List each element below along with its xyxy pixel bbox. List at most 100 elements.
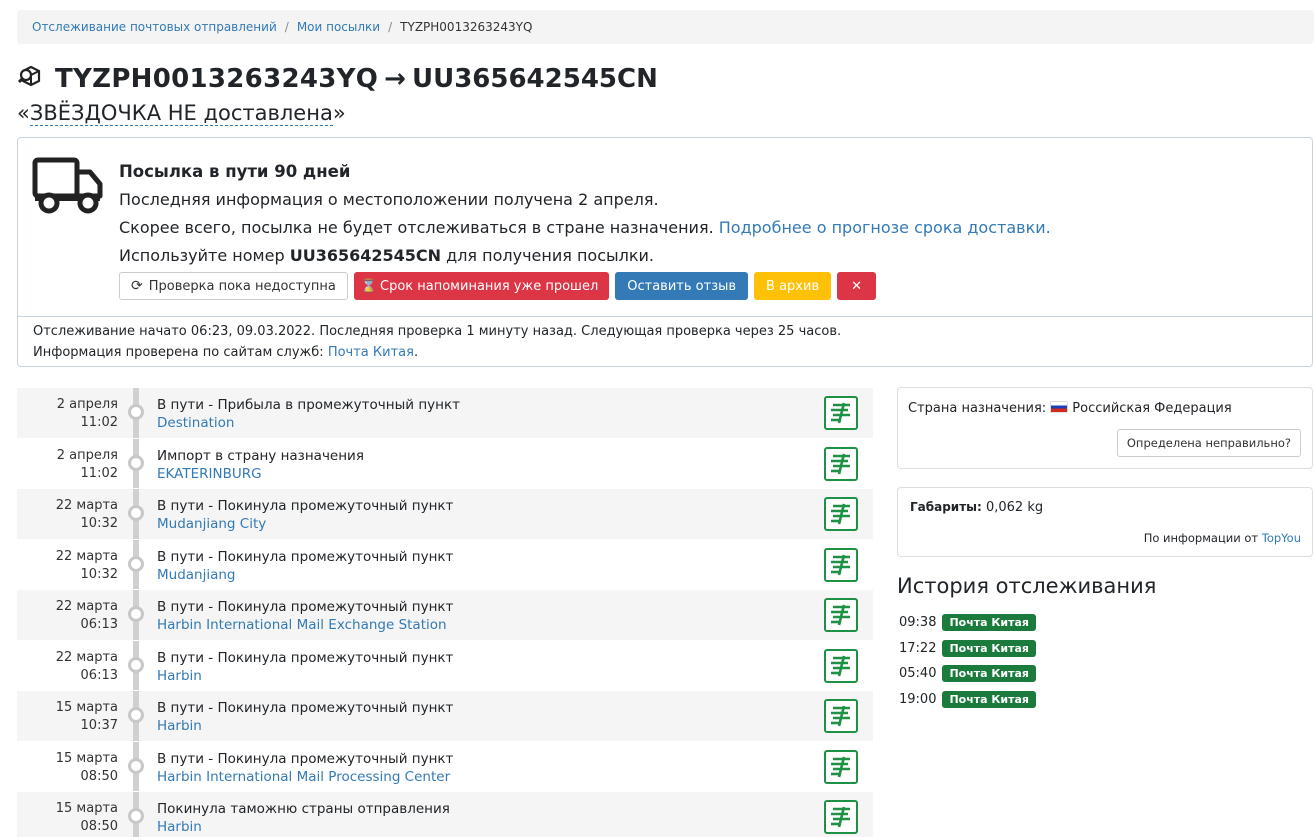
dimensions-row: Габариты: 0,062 kg: [910, 500, 1043, 515]
event-location[interactable]: Destination: [157, 415, 234, 431]
event-row: 15 марта 08:50 В пути - Покинула промежу…: [17, 740, 873, 791]
breadcrumb: Отслеживание почтовых отправлений / Мои …: [17, 10, 1314, 44]
history-row[interactable]: 09:38 Почта Китая: [899, 610, 1036, 636]
event-datetime: 15 марта 10:37: [17, 699, 118, 735]
event-location[interactable]: Harbin International Mail Processing Cen…: [157, 769, 450, 785]
event-row: 15 марта 08:50 Покинула таможню страны о…: [17, 791, 873, 837]
history-row[interactable]: 19:00 Почта Китая: [899, 687, 1036, 713]
status-panel: Посылка в пути 90 дней Последняя информа…: [17, 137, 1313, 317]
event-status: В пути - Покинула промежуточный пункт: [157, 548, 454, 565]
timeline-dot: [128, 757, 144, 774]
event-row: 22 марта 06:13 В пути - Покинула промежу…: [17, 639, 873, 690]
event-datetime: 22 марта 06:13: [17, 598, 118, 634]
event-location[interactable]: Harbin International Mail Exchange Stati…: [157, 617, 447, 633]
event-location[interactable]: Harbin: [157, 718, 202, 734]
event-location[interactable]: Mudanjiang: [157, 567, 236, 583]
timeline-dot: [128, 555, 144, 572]
delete-button[interactable]: ✕: [837, 272, 877, 300]
dimensions-label: Габариты:: [910, 500, 982, 514]
topyou-link[interactable]: TopYou: [1262, 531, 1301, 545]
event-datetime: 15 марта 08:50: [17, 750, 118, 786]
timeline-dot: [128, 505, 144, 521]
event-location[interactable]: Mudanjiang City: [157, 516, 266, 532]
parcel-name-editable[interactable]: ЗВЁЗДОЧКА НЕ доставлена: [29, 101, 333, 126]
tracking-started-text: Отслеживание начато 06:23, 09.03.2022. П…: [33, 324, 842, 339]
wrong-destination-button[interactable]: Определена неправильно?: [1116, 429, 1301, 457]
status-forecast: Скорее всего, посылка не будет отслежива…: [119, 214, 1051, 242]
reminder-expired-button[interactable]: ⌛ Срок напоминания уже прошел: [353, 272, 610, 300]
event-datetime: 22 марта 10:32: [17, 497, 118, 533]
event-location[interactable]: EKATERINBURG: [157, 466, 262, 482]
destination-card: Страна назначения: Российская Федерация …: [897, 387, 1313, 469]
event-time: 08:50: [80, 819, 118, 834]
event-row: 2 апреля 11:02 Импорт в страну назначени…: [17, 437, 873, 488]
event-status: В пути - Прибыла в промежуточный пункт: [157, 397, 460, 413]
china-post-icon[interactable]: [824, 648, 858, 683]
event-date: 15 марта: [55, 750, 118, 766]
event-datetime: 15 марта 08:50: [17, 800, 118, 836]
breadcrumb-home-link[interactable]: Отслеживание почтовых отправлений: [32, 20, 277, 34]
event-row: 22 марта 10:32 В пути - Покинула промежу…: [17, 488, 873, 539]
dimensions-source-label: По информации от: [1143, 531, 1259, 545]
quote-close: »: [332, 101, 346, 125]
history-time: 19:00: [899, 691, 937, 707]
use-number-post: для получения посылки.: [446, 246, 654, 265]
event-datetime: 2 апреля 11:02: [17, 396, 118, 432]
china-post-icon[interactable]: [824, 699, 858, 733]
quote-open: «: [17, 101, 30, 125]
timeline-dot: [128, 606, 144, 622]
china-post-icon[interactable]: [824, 497, 858, 531]
china-post-icon[interactable]: [824, 446, 858, 481]
event-text: В пути - Покинула промежуточный пункт Ha…: [157, 649, 453, 685]
event-date: 2 апреля: [56, 447, 118, 463]
event-text: В пути - Покинула промежуточный пункт Ha…: [157, 699, 453, 735]
timeline-dot: [128, 707, 144, 723]
event-date: 22 марта: [55, 498, 118, 513]
page-title: TYZPH0013263243YQ → UU365642545CN: [17, 60, 658, 98]
events-list: 2 апреля 11:02 В пути - Прибыла в промеж…: [17, 387, 873, 837]
event-date: 22 марта: [55, 548, 118, 564]
use-number-value: UU365642545CN: [289, 246, 442, 265]
delivery-forecast-link[interactable]: Подробнее о прогнозе срока доставки.: [719, 218, 1051, 237]
event-date: 2 апреля: [56, 397, 118, 412]
history-row[interactable]: 05:40 Почта Китая: [899, 661, 1036, 687]
event-status: В пути - Покинула промежуточный пункт: [157, 649, 454, 666]
tracking-info: Отслеживание начато 06:23, 09.03.2022. П…: [17, 317, 1313, 367]
dimensions-card: Габариты: 0,062 kg По информации от TopY…: [897, 487, 1313, 557]
hourglass-icon: ⌛: [360, 278, 377, 294]
leave-review-button[interactable]: Оставить отзыв: [615, 272, 749, 300]
event-date: 15 марта: [55, 801, 118, 816]
checked-services: Информация проверена по сайтам служб: По…: [33, 342, 1297, 363]
event-text: В пути - Покинула промежуточный пункт Mu…: [157, 548, 453, 584]
event-location[interactable]: Harbin: [157, 819, 202, 835]
history-service-badge: Почта Китая: [942, 614, 1036, 632]
check-unavailable-button[interactable]: ⟳ Проверка пока недоступна: [119, 272, 348, 300]
event-time: 06:13: [80, 617, 118, 632]
refresh-icon: ⟳: [131, 278, 143, 294]
china-post-link[interactable]: Почта Китая: [328, 345, 414, 360]
event-location[interactable]: Harbin: [157, 668, 202, 684]
history-row[interactable]: 17:22 Почта Китая: [899, 636, 1036, 662]
breadcrumb-parcels-link[interactable]: Мои посылки: [297, 20, 380, 34]
event-row: 22 марта 06:13 В пути - Покинула промежу…: [17, 589, 873, 640]
linked-tracking-number: UU365642545CN: [411, 64, 658, 94]
china-post-icon[interactable]: [824, 749, 858, 784]
event-status: В пути - Покинула промежуточный пункт: [157, 700, 454, 716]
event-time: 10:32: [80, 516, 118, 531]
history-time: 09:38: [899, 615, 937, 631]
china-post-icon[interactable]: [824, 800, 858, 834]
event-time: 10:32: [80, 566, 118, 582]
archive-button[interactable]: В архив: [754, 272, 832, 300]
event-date: 22 марта: [55, 599, 118, 614]
history-list: 09:38 Почта Китая 17:22 Почта Китая 05:40 Поч…: [899, 610, 1036, 712]
china-post-icon[interactable]: [824, 396, 858, 430]
history-service-badge: Почта Китая: [942, 665, 1036, 683]
event-text: Покинула таможню страны отправления Harb…: [157, 800, 450, 836]
event-date: 15 марта: [55, 700, 118, 715]
event-time: 08:50: [80, 768, 118, 784]
event-status: В пути - Покинула промежуточный пункт: [157, 498, 454, 514]
china-post-icon[interactable]: [824, 547, 858, 582]
action-buttons: ⟳ Проверка пока недоступна ⌛ Срок напоми…: [119, 272, 877, 300]
china-post-icon[interactable]: [824, 598, 858, 632]
event-text: В пути - Покинула промежуточный пункт Mu…: [157, 497, 453, 533]
